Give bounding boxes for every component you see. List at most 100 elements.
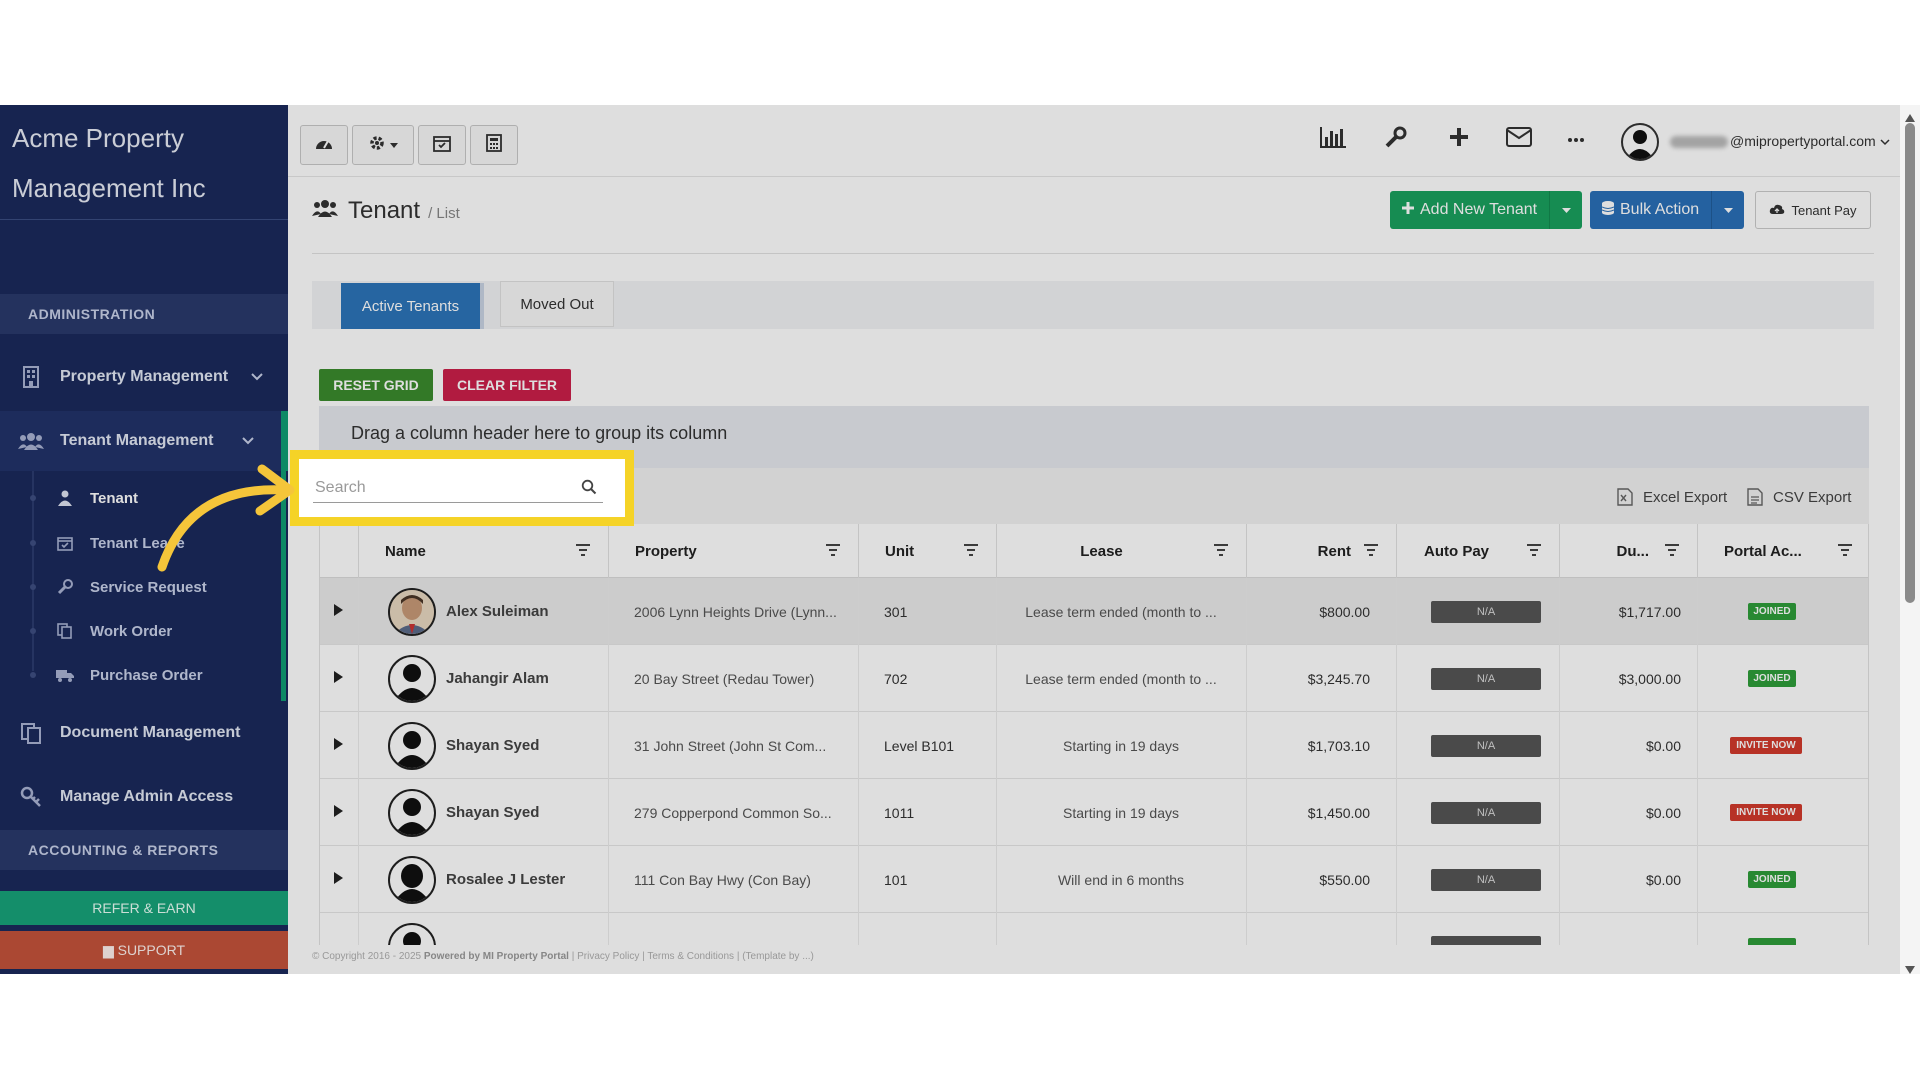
tenant-name[interactable]: Shayan Syed [446, 712, 539, 779]
user-avatar[interactable] [1621, 123, 1659, 161]
excel-export-button[interactable]: Excel Export [1617, 488, 1727, 506]
invite-now-badge[interactable]: INVITE NOW [1730, 737, 1802, 754]
filter-icon[interactable] [826, 543, 840, 560]
portal-status-badge: JOINED [1748, 871, 1796, 888]
auto-pay-status: N/A [1431, 735, 1541, 757]
settings-dropdown-button[interactable] [352, 125, 414, 165]
tenant-name[interactable]: Shayan Syed [446, 779, 539, 846]
filter-icon[interactable] [1214, 543, 1228, 560]
scrollbar-thumb[interactable] [1905, 123, 1915, 603]
tenant-unit: 301 [884, 603, 908, 620]
add-button[interactable] [1443, 123, 1475, 155]
bulk-action-button[interactable]: Bulk Action [1590, 191, 1713, 229]
tenant-rent: $550.00 [1319, 871, 1370, 888]
column-header-lease[interactable]: Lease [996, 524, 1246, 578]
add-new-tenant-button-group: Add New Tenant [1390, 191, 1583, 229]
filter-icon[interactable] [1364, 543, 1378, 560]
calendar-button[interactable] [418, 125, 466, 165]
table-row-partial[interactable] [320, 913, 1868, 945]
expand-row-icon[interactable] [334, 805, 343, 817]
auto-pay-status: N/A [1431, 668, 1541, 690]
search-icon[interactable] [581, 479, 597, 500]
column-divider [358, 578, 359, 945]
clear-filter-button[interactable]: CLEAR FILTER [443, 369, 571, 401]
tenant-rent: $3,245.70 [1307, 670, 1370, 687]
tab-active-tenants[interactable]: Active Tenants [341, 283, 484, 329]
filter-icon[interactable] [1665, 543, 1679, 560]
terms-link[interactable]: Terms & Conditions [647, 951, 734, 962]
tenant-name[interactable]: Jahangir Alam [446, 645, 549, 712]
powered-by-link[interactable]: Powered by MI Property Portal [424, 951, 569, 962]
tenant-pay-button[interactable]: Tenant Pay [1755, 191, 1871, 229]
tenant-rent: $800.00 [1319, 603, 1370, 620]
sidebar-item-label: Property Management [60, 368, 229, 385]
column-header-rent[interactable]: Rent [1246, 524, 1396, 578]
dashboard-button[interactable] [300, 125, 348, 165]
invite-now-badge[interactable]: INVITE NOW [1730, 804, 1802, 821]
add-new-tenant-button[interactable]: Add New Tenant [1390, 191, 1551, 229]
table-row[interactable]: Shayan Syed 279 Copperpond Common So... … [320, 779, 1868, 846]
add-new-tenant-dropdown[interactable] [1550, 191, 1582, 229]
messages-button[interactable] [1503, 123, 1535, 155]
vertical-scrollbar[interactable] [1900, 105, 1920, 974]
column-header-property[interactable]: Property [608, 524, 858, 578]
refer-and-earn-button[interactable]: REFER & EARN [0, 891, 288, 925]
table-row[interactable]: Jahangir Alam 20 Bay Street (Redau Tower… [320, 645, 1868, 712]
table-row[interactable]: Shayan Syed 31 John Street (John St Com.… [320, 712, 1868, 779]
top-toolbar: @mipropertyportal.com [288, 105, 1900, 177]
tenant-name[interactable]: Alex Suleiman [446, 578, 549, 645]
column-header-due[interactable]: Du... [1559, 524, 1697, 578]
csv-file-icon [1747, 488, 1763, 506]
bulk-action-dropdown[interactable] [1712, 191, 1744, 229]
sidebar-subitem-label: Tenant [90, 489, 139, 507]
avatar [388, 923, 436, 945]
expand-row-icon[interactable] [334, 872, 343, 884]
table-row[interactable]: Rosalee J Lester 111 Con Bay Hwy (Con Ba… [320, 846, 1868, 913]
search-highlight [290, 450, 634, 526]
csv-export-button[interactable]: CSV Export [1747, 488, 1851, 506]
sidebar-item-document-management[interactable]: Document Management [0, 703, 288, 763]
filter-icon[interactable] [1838, 543, 1852, 560]
page-title-text: Tenant [348, 197, 421, 224]
table-row[interactable]: Alex Suleiman 2006 Lynn Heights Drive (L… [320, 578, 1868, 645]
column-header-auto-pay[interactable]: Auto Pay [1396, 524, 1559, 578]
column-header-unit[interactable]: Unit [858, 524, 996, 578]
calculator-button[interactable] [470, 125, 518, 165]
building-icon [18, 365, 44, 389]
filter-icon[interactable] [576, 543, 590, 560]
privacy-policy-link[interactable]: | Privacy Policy | [572, 951, 645, 962]
auto-pay-status [1431, 936, 1541, 945]
reset-grid-button[interactable]: RESET GRID [319, 369, 433, 401]
sidebar-subitem-purchase-order[interactable]: Purchase Order [0, 653, 288, 697]
expand-row-icon[interactable] [334, 671, 343, 683]
user-menu[interactable]: @mipropertyportal.com [1670, 133, 1890, 149]
tenant-due: $0.00 [1645, 871, 1681, 888]
expand-row-icon[interactable] [334, 604, 343, 616]
search-input[interactable] [313, 473, 603, 503]
tab-moved-out[interactable]: Moved Out [500, 281, 614, 327]
filter-icon[interactable] [964, 543, 978, 560]
tenant-name[interactable]: Rosalee J Lester [446, 846, 565, 913]
caret-down-icon [1561, 201, 1571, 219]
reports-chart-button[interactable] [1317, 123, 1349, 155]
sidebar-item-manage-admin-access[interactable]: Manage Admin Access [0, 767, 288, 827]
scroll-up-icon[interactable] [1905, 109, 1915, 127]
column-header-name[interactable]: Name [358, 524, 608, 578]
sidebar-subitem-work-order[interactable]: Work Order [0, 609, 288, 653]
tenant-unit: 702 [884, 670, 908, 687]
sidebar-item-property-management[interactable]: Property Management [0, 347, 288, 407]
bullet [30, 672, 36, 678]
support-button[interactable]: ▆ SUPPORT [0, 931, 288, 969]
filter-icon[interactable] [1527, 543, 1541, 560]
scroll-down-icon[interactable] [1905, 961, 1915, 974]
tools-button[interactable] [1380, 123, 1412, 155]
database-icon [1601, 200, 1615, 220]
expand-row-icon[interactable] [334, 738, 343, 750]
app-window: Acme Property Management Inc ADMINISTRAT… [0, 105, 1920, 974]
column-header-portal-access[interactable]: Portal Ac... [1697, 524, 1868, 578]
more-button[interactable] [1560, 123, 1592, 155]
section-header-administration: ADMINISTRATION [0, 294, 288, 334]
calendar-check-icon [56, 534, 74, 552]
search-highlight-wrapper [290, 450, 634, 526]
column-divider [608, 578, 609, 945]
